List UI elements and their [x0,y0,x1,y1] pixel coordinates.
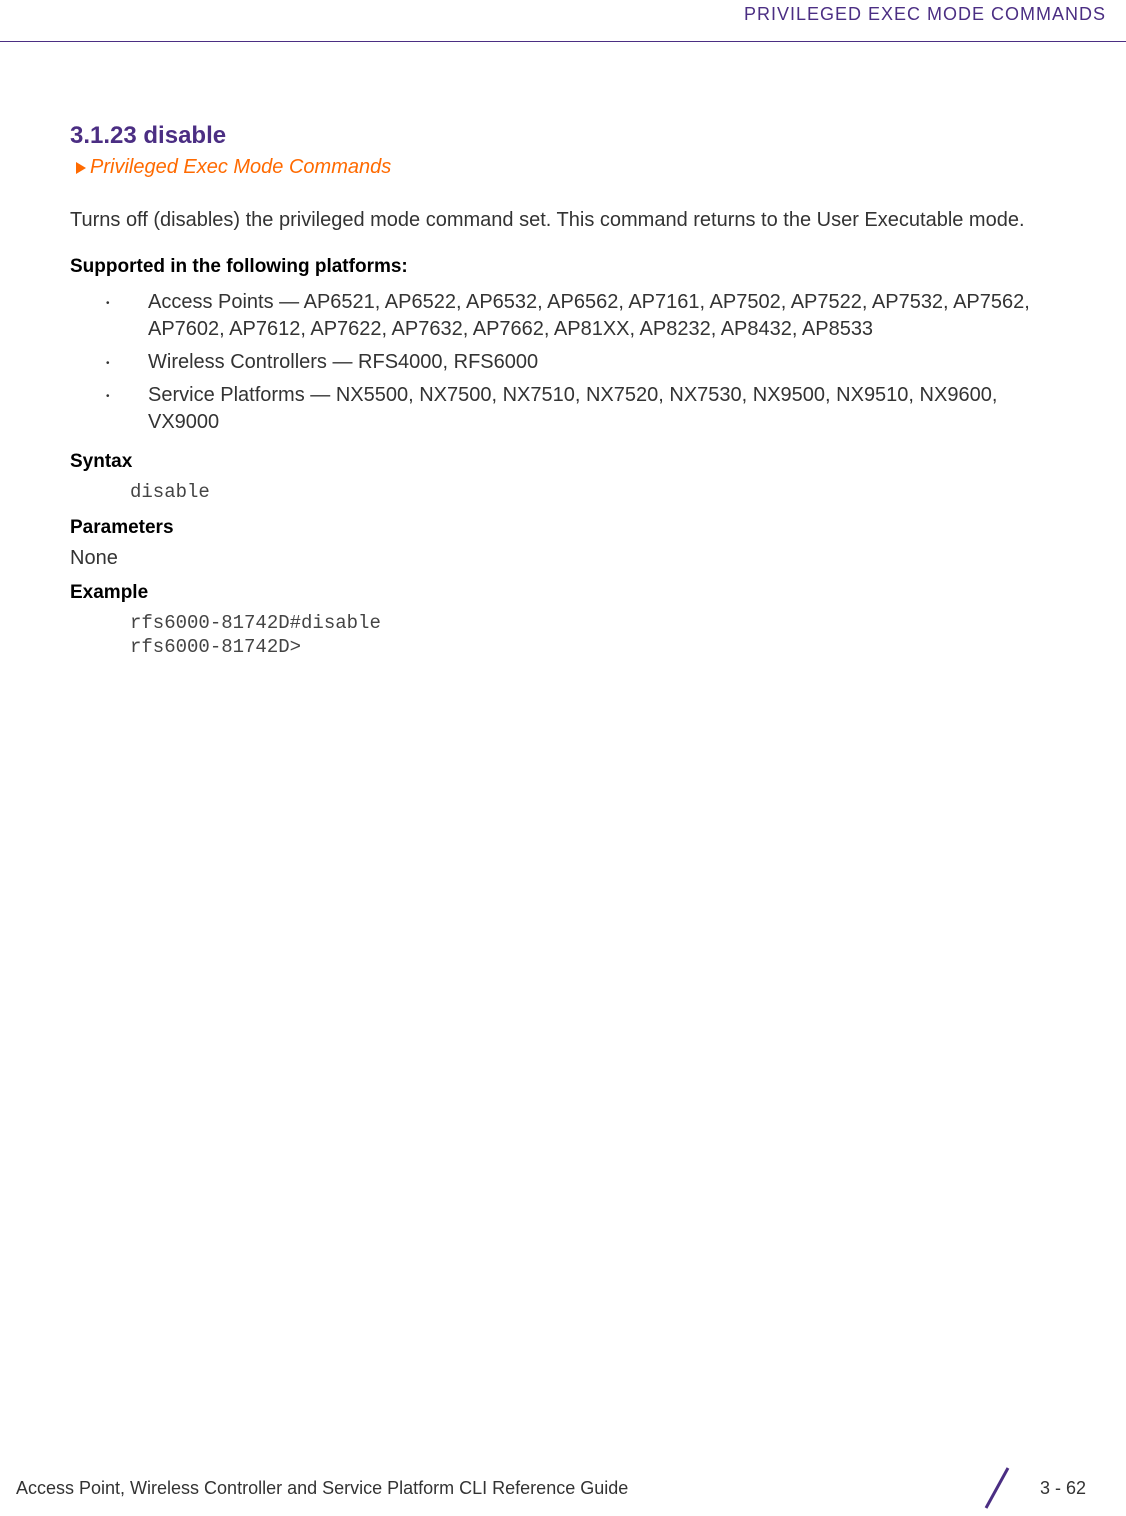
parameters-heading: Parameters [70,517,1056,539]
example-code: rfs6000-81742D#disable rfs6000-81742D> [70,612,1056,660]
example-heading: Example [70,582,1056,604]
list-item: • Access Points — AP6521, AP6522, AP6532… [70,286,1056,346]
header-title: PRIVILEGED EXEC MODE COMMANDS [744,4,1106,25]
platform-list: • Access Points — AP6521, AP6522, AP6532… [70,286,1056,439]
bullet-icon: • [106,299,112,309]
page-container: PRIVILEGED EXEC MODE COMMANDS 3.1.23 dis… [0,0,1126,1516]
breadcrumb-link[interactable]: Privileged Exec Mode Commands [90,156,391,179]
syntax-heading: Syntax [70,451,1056,473]
list-item: • Wireless Controllers — RFS4000, RFS600… [70,346,1056,379]
slash-icon [980,1464,1014,1512]
footer-guide: Access Point, Wireless Controller and Se… [16,1478,628,1499]
bullet-text: Access Points — AP6521, AP6522, AP6532, … [148,289,1056,343]
triangle-right-icon [76,162,86,174]
page-number: 3 - 62 [1040,1478,1086,1499]
list-item: • Service Platforms — NX5500, NX7500, NX… [70,379,1056,439]
content-area: 3.1.23 disable Privileged Exec Mode Comm… [0,42,1126,1460]
bullet-icon: • [106,359,112,369]
intro-paragraph: Turns off (disables) the privileged mode… [70,207,1056,234]
bullet-text: Wireless Controllers — RFS4000, RFS6000 [148,349,538,376]
page-footer: Access Point, Wireless Controller and Se… [0,1460,1126,1516]
bullet-icon: • [106,392,112,402]
page-header: PRIVILEGED EXEC MODE COMMANDS [0,0,1126,42]
supported-heading: Supported in the following platforms: [70,256,1056,278]
syntax-code: disable [70,481,1056,505]
footer-right: 3 - 62 [980,1464,1086,1512]
bullet-text: Service Platforms — NX5500, NX7500, NX75… [148,382,1056,436]
parameters-value: None [70,547,1056,570]
breadcrumb: Privileged Exec Mode Commands [76,156,1056,179]
section-title: 3.1.23 disable [70,122,1056,150]
